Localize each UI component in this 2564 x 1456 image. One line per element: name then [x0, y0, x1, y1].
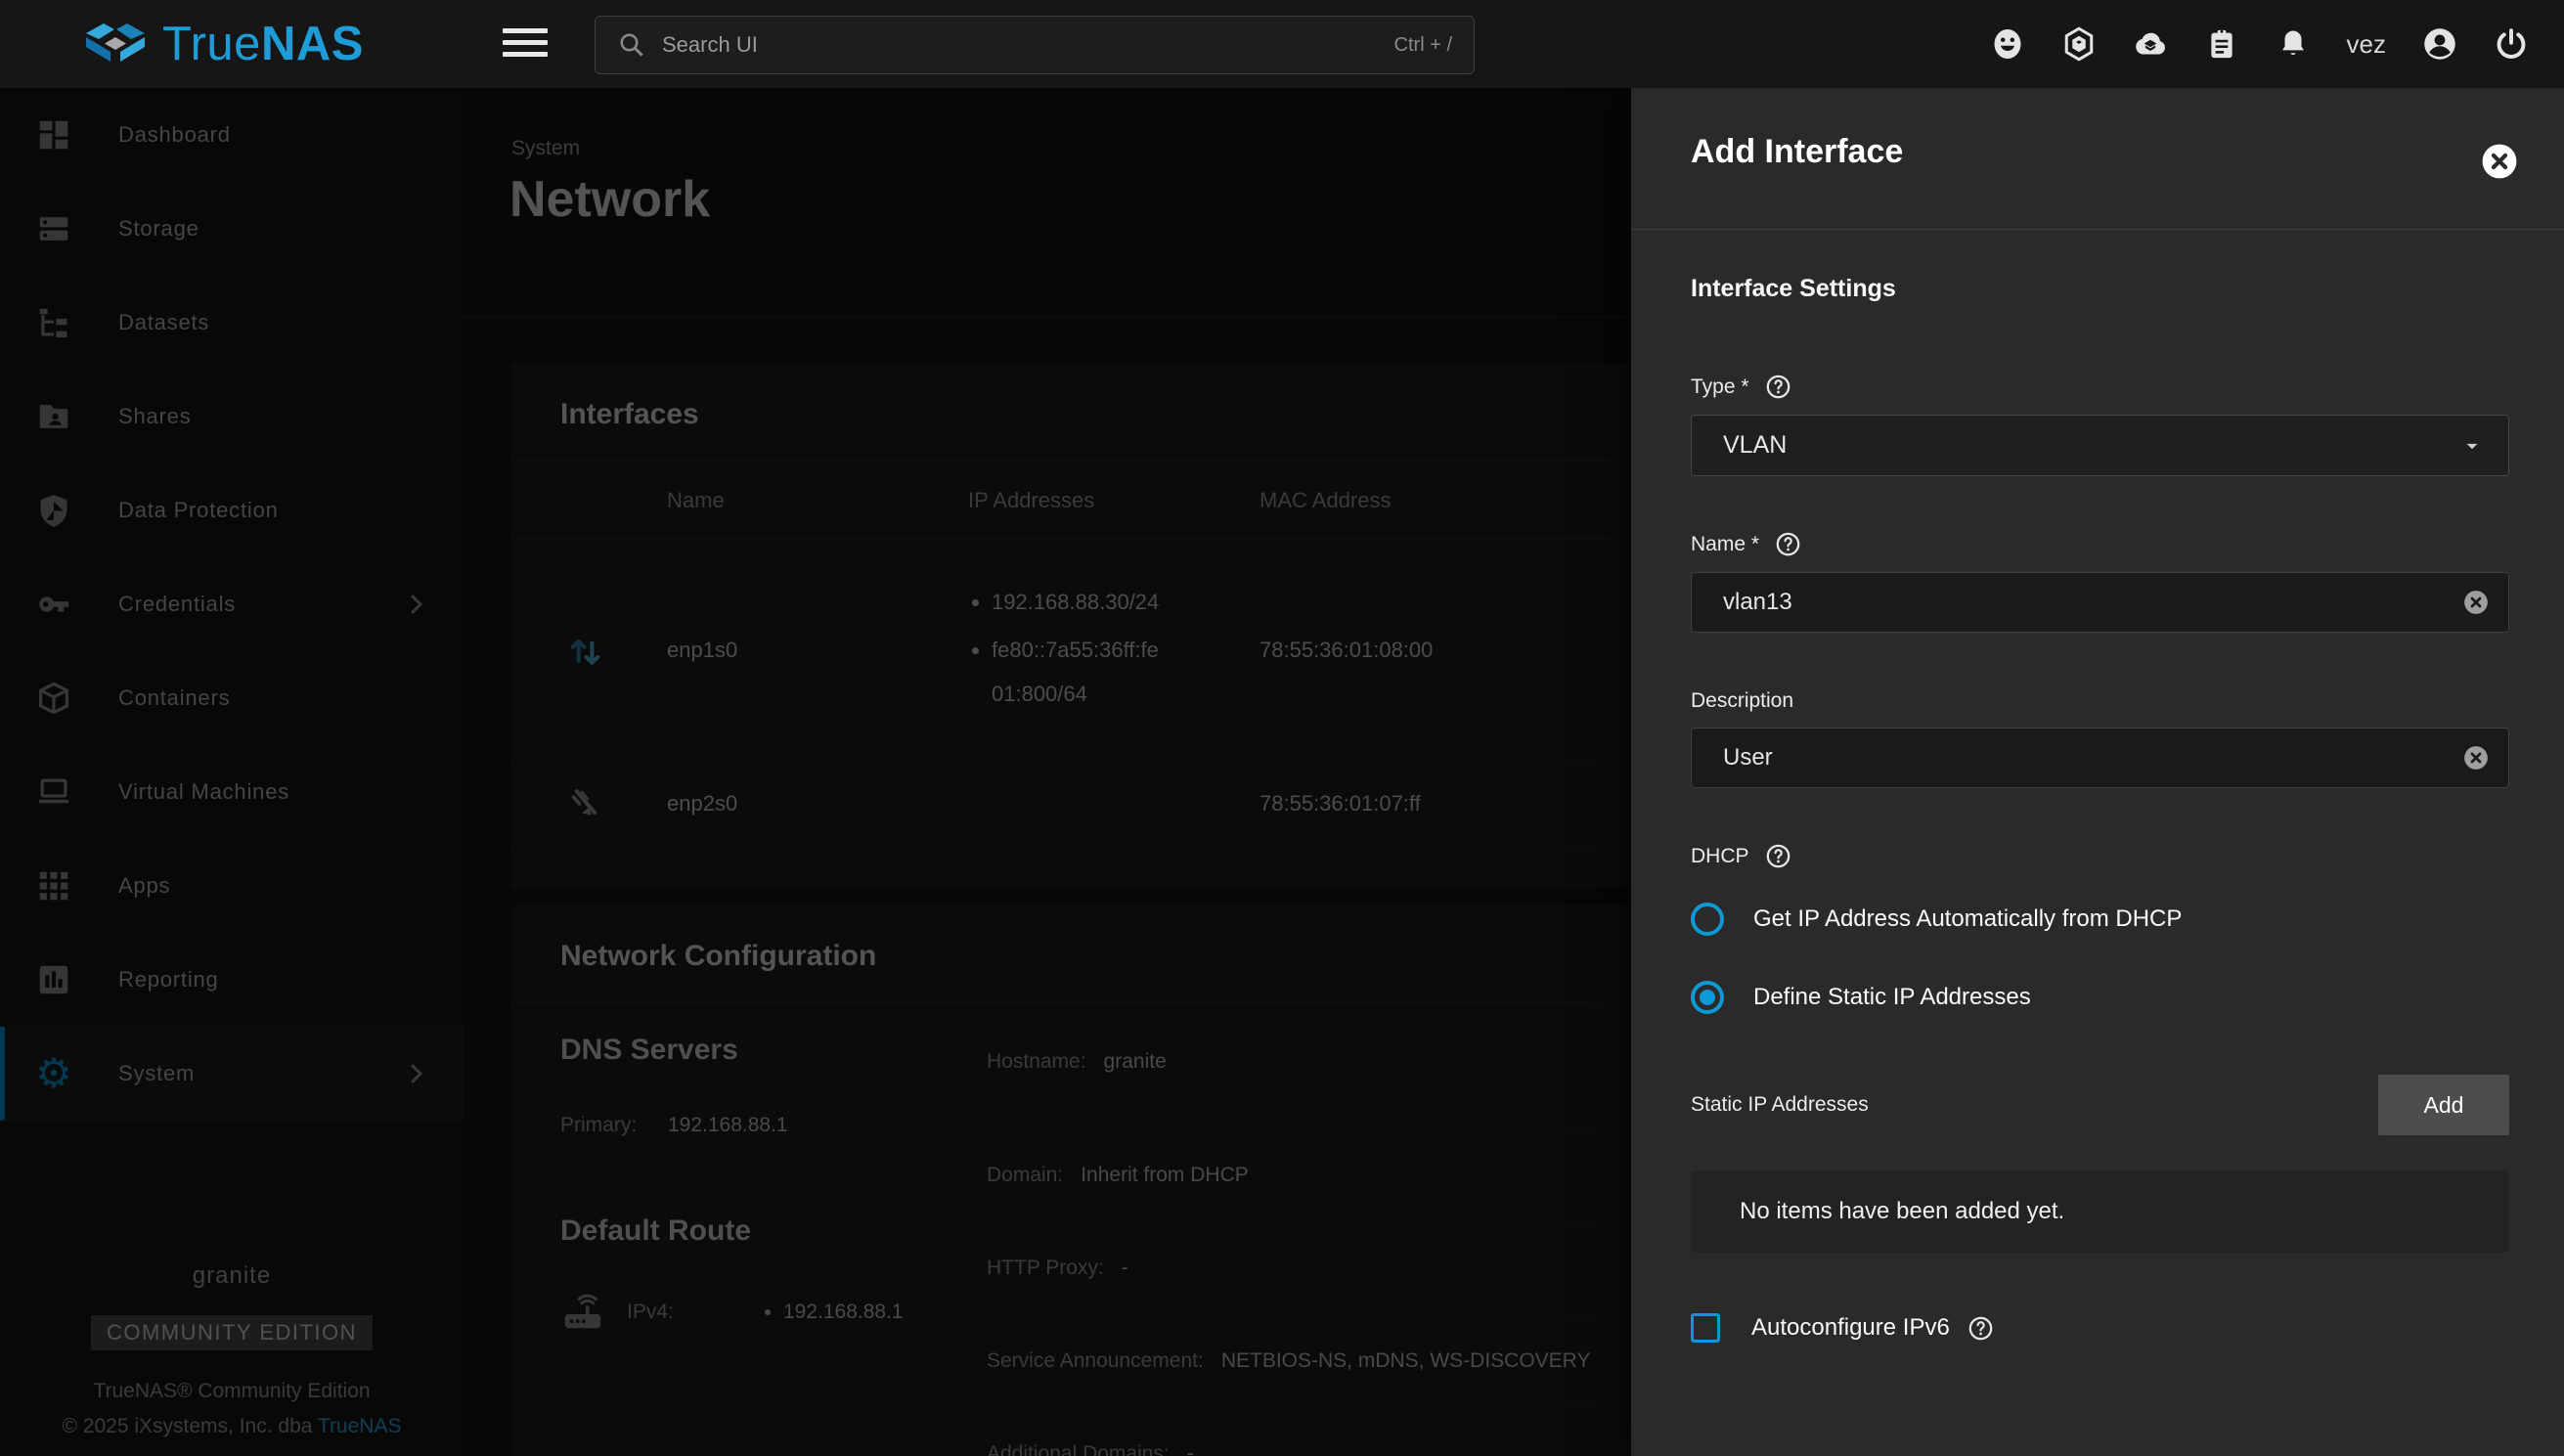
radio-icon — [1691, 903, 1724, 936]
truenas-connect-cloud-icon[interactable] — [2133, 26, 2168, 62]
alerts-bell-icon[interactable] — [2276, 26, 2311, 62]
radio-icon — [1691, 981, 1724, 1014]
radio-label: Define Static IP Addresses — [1753, 984, 2031, 1011]
name-input-wrap — [1691, 572, 2509, 633]
username-label: vez — [2347, 29, 2386, 60]
jobs-clipboard-icon[interactable] — [2204, 26, 2239, 62]
divider — [1631, 229, 2564, 230]
radio-static-ip[interactable]: Define Static IP Addresses — [1691, 981, 2509, 1014]
truenas-logo: TrueNAS — [84, 14, 364, 74]
search-input[interactable] — [662, 32, 1394, 58]
panel-body: Interface Settings Type * VLAN Name * De… — [1631, 275, 2564, 1343]
topbar-icon-group: vez — [1990, 0, 2529, 88]
modal-backdrop[interactable] — [0, 88, 1631, 1456]
panel-header: Add Interface — [1631, 88, 2564, 229]
logo-text: TrueNAS — [162, 17, 364, 71]
type-field-label: Type * — [1691, 375, 1749, 399]
power-icon[interactable] — [2494, 26, 2529, 62]
type-select-value: VLAN — [1723, 431, 2459, 460]
user-avatar-icon[interactable] — [2422, 26, 2457, 62]
menu-hamburger-icon[interactable] — [503, 28, 548, 62]
truecommand-icon[interactable] — [2061, 26, 2097, 62]
truenas-logo-icon — [84, 16, 147, 72]
truenas-app: TrueNAS Ctrl + / — [0, 0, 2564, 1456]
static-ip-addresses-label: Static IP Addresses — [1691, 1093, 1869, 1117]
radio-dhcp-automatic[interactable]: Get IP Address Automatically from DHCP — [1691, 903, 2509, 936]
help-icon[interactable] — [1765, 374, 1791, 400]
search-icon — [617, 30, 646, 60]
interface-settings-heading: Interface Settings — [1691, 275, 2509, 303]
static-ip-empty-message: No items have been added yet. — [1691, 1170, 2509, 1253]
clear-input-icon[interactable] — [2461, 588, 2491, 617]
clear-input-icon[interactable] — [2461, 743, 2491, 772]
help-icon[interactable] — [1765, 843, 1791, 869]
top-bar: TrueNAS Ctrl + / — [0, 0, 2564, 88]
checkbox-label: Autoconfigure IPv6 — [1751, 1314, 1950, 1342]
description-input[interactable] — [1723, 744, 2461, 772]
global-search: Ctrl + / — [595, 16, 1475, 74]
type-select[interactable]: VLAN — [1691, 415, 2509, 476]
add-interface-panel: Add Interface Interface Settings Type * … — [1631, 88, 2564, 1456]
add-static-ip-button[interactable]: Add — [2378, 1075, 2509, 1135]
radio-label: Get IP Address Automatically from DHCP — [1753, 905, 2182, 933]
panel-title: Add Interface — [1691, 133, 1903, 171]
close-icon[interactable] — [2481, 143, 2518, 180]
feedback-smiley-icon[interactable] — [1990, 26, 2025, 62]
autoconfigure-ipv6-option[interactable]: Autoconfigure IPv6 — [1691, 1313, 2509, 1343]
search-shortcut-hint: Ctrl + / — [1394, 34, 1452, 57]
name-field-label: Name * — [1691, 533, 1759, 556]
caret-down-icon — [2459, 433, 2485, 459]
checkbox-icon — [1691, 1313, 1720, 1343]
help-icon[interactable] — [1775, 531, 1801, 557]
help-icon[interactable] — [1967, 1315, 1994, 1342]
dhcp-label: DHCP — [1691, 845, 1749, 868]
description-input-wrap — [1691, 728, 2509, 788]
name-input[interactable] — [1723, 589, 2461, 616]
description-field-label: Description — [1691, 689, 1793, 713]
